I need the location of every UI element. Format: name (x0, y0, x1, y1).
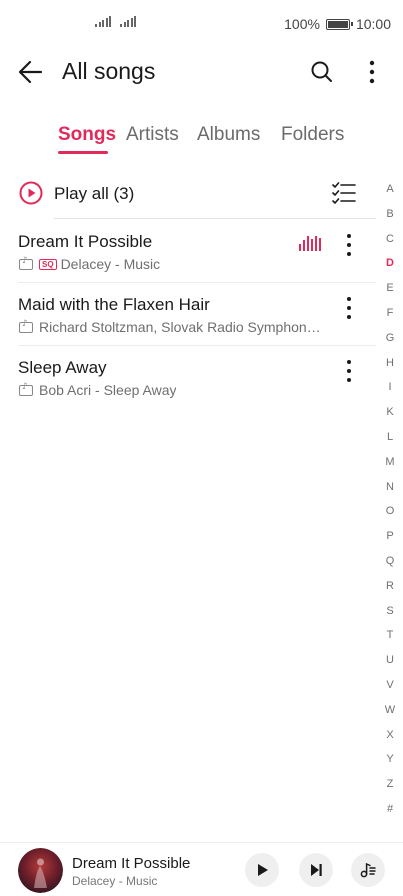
play-icon (258, 864, 268, 876)
song-title: Dream It Possible (18, 232, 153, 251)
divider (54, 218, 376, 219)
divider (18, 345, 376, 346)
local-file-icon (19, 319, 33, 333)
album-cover[interactable] (18, 848, 63, 893)
index-letter[interactable]: P (380, 530, 400, 555)
song-more-icon[interactable] (337, 232, 361, 258)
back-arrow-icon[interactable] (16, 58, 46, 86)
tab-artists[interactable]: Artists (126, 124, 179, 146)
battery-icon (325, 18, 353, 30)
index-letter[interactable]: Q (380, 555, 400, 580)
sq-quality-badge: SQ (39, 258, 57, 270)
index-letter[interactable]: W (380, 704, 400, 729)
song-title: Sleep Away (18, 358, 107, 377)
more-options-icon[interactable] (358, 58, 386, 86)
index-letter[interactable]: H (380, 357, 400, 382)
next-button[interactable] (299, 853, 333, 887)
song-row[interactable]: Dream It Possible SQ Delacey - Music (0, 232, 376, 295)
play-button[interactable] (245, 853, 279, 887)
skip-next-icon (311, 864, 322, 876)
now-playing-equalizer-icon (299, 236, 321, 251)
index-letter[interactable]: Z (380, 778, 400, 803)
index-letter[interactable]: F (380, 307, 400, 332)
index-letter[interactable]: L (380, 431, 400, 456)
active-tab-indicator (58, 151, 108, 154)
tab-folders[interactable]: Folders (281, 124, 344, 146)
index-letter[interactable]: M (380, 456, 400, 481)
song-title: Maid with the Flaxen Hair (18, 295, 210, 314)
mini-player[interactable]: Dream It Possible Delacey - Music (0, 842, 403, 896)
index-letter[interactable]: K (380, 406, 400, 431)
song-row[interactable]: Sleep Away Bob Acri - Sleep Away (0, 358, 376, 421)
index-letter[interactable]: Y (380, 753, 400, 778)
index-letter[interactable]: X (380, 729, 400, 754)
clock: 10:00 (355, 16, 391, 32)
divider (18, 282, 376, 283)
index-letter[interactable]: V (380, 679, 400, 704)
index-letter[interactable]: T (380, 629, 400, 654)
index-letter[interactable]: O (380, 505, 400, 530)
index-letter[interactable]: G (380, 332, 400, 357)
multi-select-icon[interactable] (332, 181, 356, 205)
battery-percent: 100% (284, 16, 320, 32)
signal-icon (120, 16, 136, 27)
playlist-button[interactable] (351, 853, 385, 887)
index-letter[interactable]: E (380, 282, 400, 307)
local-file-icon (19, 256, 33, 270)
index-letter[interactable]: I (380, 381, 400, 406)
search-icon[interactable] (308, 58, 336, 86)
index-letter[interactable]: N (380, 481, 400, 506)
index-letter[interactable]: C (380, 233, 400, 258)
player-song-subtitle: Delacey - Music (72, 874, 158, 888)
player-song-title: Dream It Possible (72, 855, 191, 872)
play-circle-icon (19, 181, 43, 205)
index-letter[interactable]: B (380, 208, 400, 233)
signal-icon (95, 16, 111, 27)
status-bar: 100% 10:00 (0, 0, 403, 48)
tab-bar: Songs Artists Albums Folders (0, 120, 403, 160)
song-meta: Richard Stoltzman, Slovak Radio Symphon… (39, 319, 321, 335)
song-meta: Bob Acri - Sleep Away (39, 382, 177, 398)
local-file-icon (19, 382, 33, 396)
play-all-button[interactable]: Play all (3) (0, 172, 376, 218)
alphabet-index[interactable]: A B C D E F G H I K L M N O P Q R S T U V W X Y Z # (380, 183, 400, 828)
tab-albums[interactable]: Albums (197, 124, 260, 146)
song-more-icon[interactable] (337, 358, 361, 384)
tab-songs[interactable]: Songs (58, 124, 116, 146)
index-letter[interactable]: A (380, 183, 400, 208)
index-letter[interactable]: R (380, 580, 400, 605)
song-row[interactable]: Maid with the Flaxen Hair Richard Stoltz… (0, 295, 376, 358)
playlist-icon (360, 862, 376, 878)
song-meta: Delacey - Music (60, 256, 161, 272)
play-all-label: Play all (3) (54, 184, 135, 203)
index-letter[interactable]: D (380, 257, 400, 282)
song-more-icon[interactable] (337, 295, 361, 321)
app-header: All songs (0, 48, 403, 96)
index-letter[interactable]: # (380, 803, 400, 828)
page-title: All songs (62, 58, 156, 84)
index-letter[interactable]: U (380, 654, 400, 679)
index-letter[interactable]: S (380, 605, 400, 630)
